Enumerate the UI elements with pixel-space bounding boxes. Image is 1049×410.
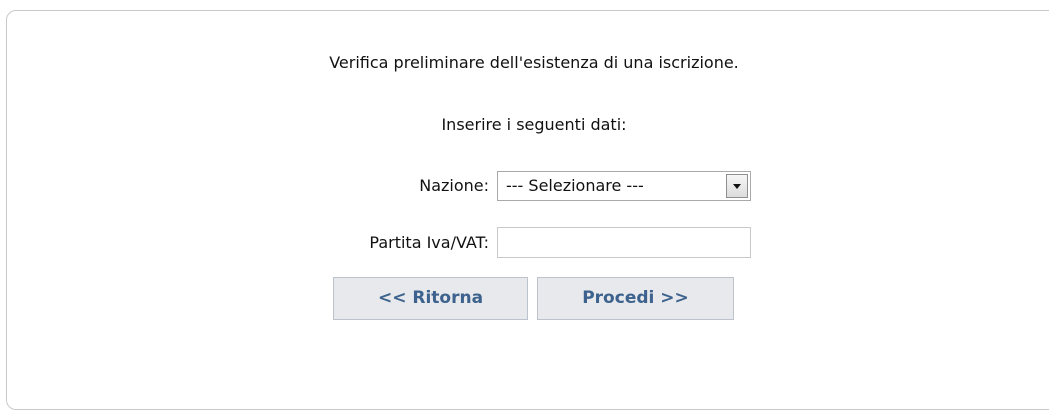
proceed-button[interactable]: Procedi >> (537, 277, 734, 320)
nazione-label: Nazione: (419, 176, 489, 195)
chevron-down-icon[interactable] (726, 174, 748, 198)
partita-iva-input[interactable] (497, 227, 751, 258)
intro-text: Verifica preliminare dell'esistenza di u… (329, 53, 739, 72)
nazione-select[interactable]: --- Selezionare --- (497, 171, 751, 201)
subtitle: Inserire i seguenti dati: (441, 115, 627, 134)
nazione-selected-value: --- Selezionare --- (506, 176, 644, 195)
back-button[interactable]: << Ritorna (333, 277, 528, 320)
partita-iva-label: Partita Iva/VAT: (369, 233, 489, 252)
